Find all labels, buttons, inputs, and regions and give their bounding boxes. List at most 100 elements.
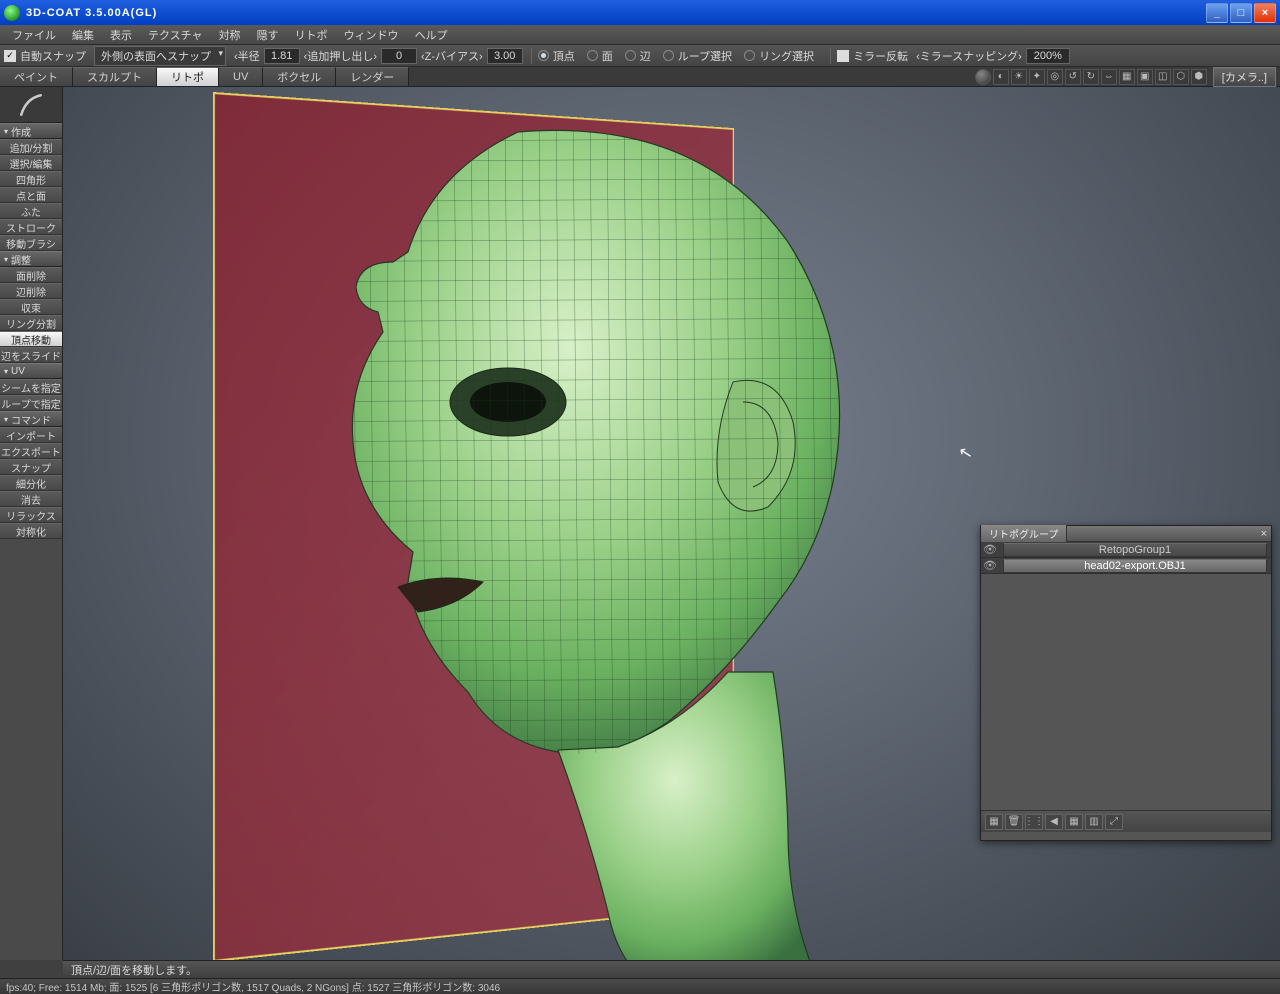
toggle-4-icon[interactable]: ◎ — [1047, 69, 1063, 85]
tool-loop-seam[interactable]: ループで指定 — [0, 395, 62, 411]
section-command[interactable]: コマンド — [0, 411, 62, 427]
mode-sculpt[interactable]: スカルプト — [73, 67, 157, 86]
zbias-input[interactable]: 3.00 — [487, 48, 523, 64]
tool-del-edge[interactable]: 辺削除 — [0, 283, 62, 299]
select-edge-radio[interactable] — [625, 50, 636, 61]
cmd-clear[interactable]: 消去 — [0, 491, 62, 507]
mode-retopo[interactable]: リトポ — [157, 67, 219, 86]
cmd-symmetrize[interactable]: 対称化 — [0, 523, 62, 539]
panel-tab[interactable]: リトポグループ — [981, 525, 1067, 542]
mirror-snap-input[interactable]: 200% — [1026, 48, 1070, 64]
tool-add-split[interactable]: 追加/分割 — [0, 139, 62, 155]
delete-group-icon[interactable]: 🗑 — [1005, 814, 1023, 830]
toggle-3-icon[interactable]: ▦ — [1065, 814, 1083, 830]
group-name[interactable]: head02-export.OBJ1 — [1003, 559, 1267, 573]
group-name[interactable]: RetopoGroup1 — [1003, 543, 1267, 557]
toggle-1-icon[interactable]: ◐ — [993, 69, 1009, 85]
group-list: 👁 RetopoGroup1 👁 head02-export.OBJ1 — [981, 542, 1271, 574]
tool-cap[interactable]: ふた — [0, 203, 62, 219]
menu-file[interactable]: ファイル — [4, 25, 64, 45]
toggle-7-icon[interactable]: ⇔ — [1101, 69, 1117, 85]
menu-window[interactable]: ウィンドウ — [336, 25, 407, 45]
toggle-5-icon[interactable]: ↺ — [1065, 69, 1081, 85]
radius-label: ‹半径 — [234, 48, 260, 64]
tool-quad[interactable]: 四角形 — [0, 171, 62, 187]
menu-symmetry[interactable]: 対称 — [211, 25, 249, 45]
menu-help[interactable]: ヘルプ — [407, 25, 456, 45]
toggle-9-icon[interactable]: ▣ — [1137, 69, 1153, 85]
options-bar: ✓ 自動スナップ 外側の表面へスナップ ‹半径 1.81 ‹追加押し出し› 0 … — [0, 45, 1280, 67]
section-uv[interactable]: UV — [0, 363, 62, 379]
select-loop-radio[interactable] — [663, 50, 674, 61]
toggle-12-icon[interactable]: ⬢ — [1191, 69, 1207, 85]
panel-footer: ▦ 🗑 ⋮⋮ ◀ ▦ ▥ ⤢ — [981, 810, 1271, 832]
snap-target-dropdown[interactable]: 外側の表面へスナップ — [94, 46, 226, 66]
toggle-6-icon[interactable]: ↻ — [1083, 69, 1099, 85]
panel-close-icon[interactable]: × — [1257, 528, 1271, 540]
window-title: 3D-COAT 3.5.00A(GL) — [26, 7, 1204, 19]
minimize-button[interactable]: _ — [1206, 3, 1228, 23]
section-adjust[interactable]: 調整 — [0, 251, 62, 267]
menu-hide[interactable]: 隠す — [249, 25, 287, 45]
menu-retopo[interactable]: リトポ — [287, 25, 336, 45]
group-row[interactable]: 👁 RetopoGroup1 — [981, 542, 1271, 558]
hint-bar: 頂点/辺/面を移動します。 — [63, 960, 1280, 978]
tool-ring-split[interactable]: リング分割 — [0, 315, 62, 331]
tool-del-face[interactable]: 面削除 — [0, 267, 62, 283]
toggle-2-icon[interactable]: ☀ — [1011, 69, 1027, 85]
mode-render[interactable]: レンダー — [336, 67, 409, 86]
toggle-11-icon[interactable]: ⬡ — [1173, 69, 1189, 85]
mode-bar: ペイント スカルプト リトポ UV ボクセル レンダー ◐ ☀ ✦ ◎ ↺ ↻ … — [0, 67, 1280, 87]
camera-button[interactable]: [カメラ..] — [1213, 67, 1276, 87]
menu-edit[interactable]: 編集 — [64, 25, 102, 45]
tool-select-edit[interactable]: 選択/編集 — [0, 155, 62, 171]
tool-point-face[interactable]: 点と面 — [0, 187, 62, 203]
group-row[interactable]: 👁 head02-export.OBJ1 — [981, 558, 1271, 574]
tool-stroke[interactable]: ストローク — [0, 219, 62, 235]
autosnap-checkbox[interactable]: ✓ — [4, 50, 16, 62]
cmd-export[interactable]: エクスポート — [0, 443, 62, 459]
mode-voxel[interactable]: ボクセル — [263, 67, 336, 86]
radius-input[interactable]: 1.81 — [264, 48, 300, 64]
toggle-10-icon[interactable]: ◫ — [1155, 69, 1171, 85]
add-group-icon[interactable]: ▦ — [985, 814, 1003, 830]
tool-slide-edge[interactable]: 辺をスライド — [0, 347, 62, 363]
toggle-1-icon[interactable]: ⋮⋮ — [1025, 814, 1043, 830]
cmd-import[interactable]: インポート — [0, 427, 62, 443]
menu-texture[interactable]: テクスチャ — [140, 25, 211, 45]
tool-mark-seam[interactable]: シームを指定 — [0, 379, 62, 395]
mode-uv[interactable]: UV — [219, 67, 263, 86]
cmd-snap[interactable]: スナップ — [0, 459, 62, 475]
visibility-icon[interactable]: 👁 — [981, 543, 999, 556]
tool-move-brush[interactable]: 移動ブラシ — [0, 235, 62, 251]
viewport-3d[interactable]: ↖ リトポグループ × 👁 RetopoGroup1 👁 head02-expo… — [63, 87, 1280, 960]
menu-view[interactable]: 表示 — [102, 25, 140, 45]
mirror-checkbox[interactable] — [837, 50, 849, 62]
cmd-relax[interactable]: リラックス — [0, 507, 62, 523]
cmd-subdivide[interactable]: 細分化 — [0, 475, 62, 491]
toggle-5-icon[interactable]: ⤢ — [1105, 814, 1123, 830]
close-button[interactable]: × — [1254, 3, 1276, 23]
visibility-icon[interactable]: 👁 — [981, 559, 999, 572]
toggle-4-icon[interactable]: ▥ — [1085, 814, 1103, 830]
mouse-cursor-icon: ↖ — [957, 442, 974, 464]
autosnap-label: 自動スナップ — [20, 48, 86, 64]
toggle-8-icon[interactable]: ▦ — [1119, 69, 1135, 85]
mirror-snap-label: ‹ミラースナッピング› — [916, 48, 1022, 64]
extrude-input[interactable]: 0 — [381, 48, 417, 64]
app-logo-icon — [4, 5, 20, 21]
select-face-radio[interactable] — [587, 50, 598, 61]
retopo-groups-panel[interactable]: リトポグループ × 👁 RetopoGroup1 👁 head02-export… — [980, 525, 1272, 841]
toggle-2-icon[interactable]: ◀ — [1045, 814, 1063, 830]
zbias-label: ‹Z-バイアス› — [421, 48, 483, 64]
toggle-3-icon[interactable]: ✦ — [1029, 69, 1045, 85]
mode-paint[interactable]: ペイント — [0, 67, 73, 86]
mirror-label: ミラー反転 — [853, 48, 908, 64]
select-ring-radio[interactable] — [744, 50, 755, 61]
tool-collapse[interactable]: 収束 — [0, 299, 62, 315]
section-create[interactable]: 作成 — [0, 123, 62, 139]
tool-move-vertex[interactable]: 頂点移動 — [0, 331, 62, 347]
maximize-button[interactable]: □ — [1230, 3, 1252, 23]
select-vertex-radio[interactable] — [538, 50, 549, 61]
shading-sphere-icon[interactable] — [975, 69, 991, 85]
